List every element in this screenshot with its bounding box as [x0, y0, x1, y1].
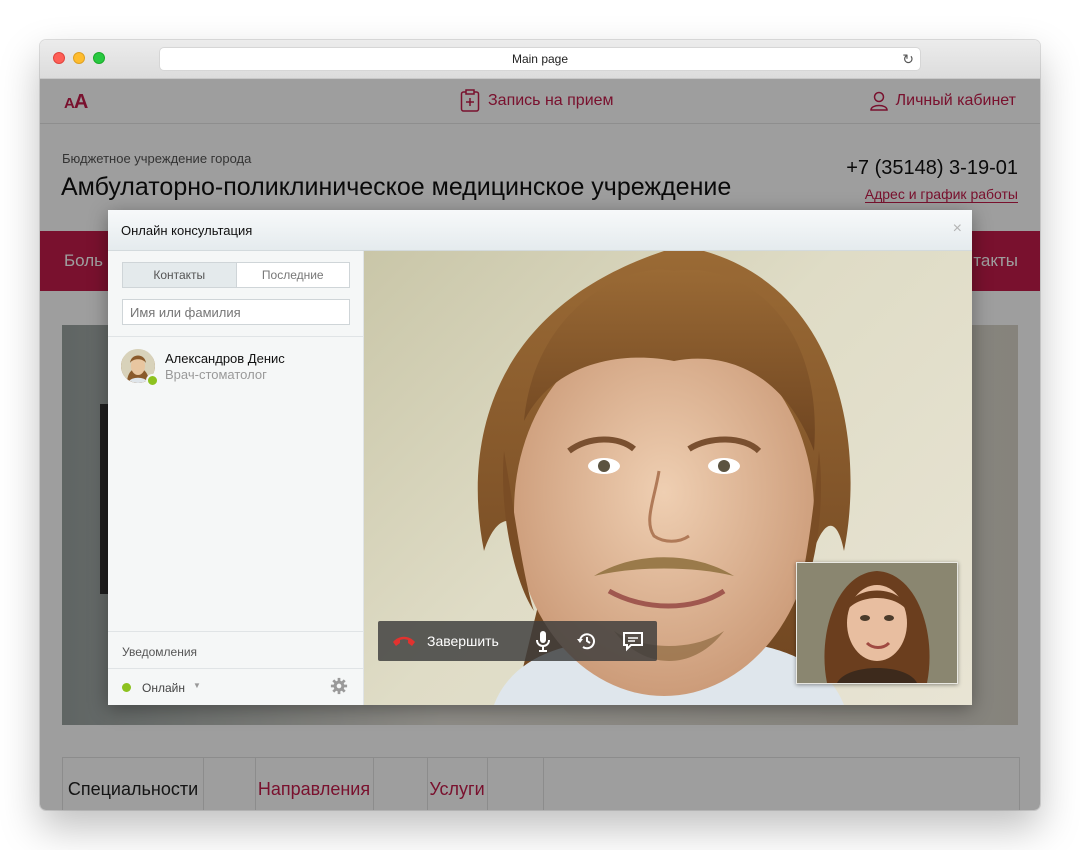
close-icon[interactable]: ×: [953, 220, 962, 238]
notifications-row[interactable]: Уведомления: [108, 631, 363, 669]
dialog-header: Онлайн консультация ×: [108, 210, 972, 251]
status-selector[interactable]: Онлайн: [142, 681, 185, 695]
web-page: AA Запись на прием Личный кабинет Бюджет…: [40, 79, 1040, 810]
self-participant-video: [797, 563, 957, 683]
chat-icon[interactable]: [622, 630, 644, 652]
browser-window: Main page ↻ AA Запись на прием Личный ка…: [40, 40, 1040, 810]
notifications-label: Уведомления: [122, 645, 198, 659]
minimize-window-button[interactable]: [73, 52, 85, 64]
tab-recent[interactable]: Последние: [236, 263, 349, 287]
tab-contacts[interactable]: Контакты: [123, 263, 237, 287]
close-window-button[interactable]: [53, 52, 65, 64]
end-call-button[interactable]: Завершить: [427, 633, 499, 649]
status-bar: Онлайн ▼: [108, 668, 363, 706]
contact-role: Врач-стоматолог: [165, 367, 267, 382]
contact-name: Александров Денис: [165, 351, 285, 366]
history-icon[interactable]: [576, 630, 598, 652]
contact-search-input[interactable]: [122, 299, 350, 325]
hang-up-icon[interactable]: [391, 632, 417, 650]
gear-icon[interactable]: [330, 677, 348, 695]
call-controls: Завершить: [378, 621, 657, 661]
page-title: Main page: [511, 52, 569, 66]
microphone-icon[interactable]: [532, 630, 554, 652]
address-bar[interactable]: Main page ↻: [160, 48, 920, 70]
online-status-dot: [146, 374, 159, 387]
zoom-window-button[interactable]: [93, 52, 105, 64]
reload-icon[interactable]: ↻: [902, 48, 914, 70]
contacts-sidebar: Контакты Последние Имя или фамилия Алекс…: [108, 251, 364, 705]
remote-video-feed: Завершить: [364, 251, 972, 705]
divider: [108, 336, 363, 337]
contact-list-item[interactable]: Александров Денис Врач-стоматолог: [121, 349, 351, 387]
title-bar: Main page ↻: [40, 40, 1040, 79]
dialog-title: Онлайн консультация: [121, 223, 253, 238]
self-video-preview[interactable]: [796, 562, 958, 684]
online-indicator-icon: [122, 683, 131, 692]
chevron-down-icon[interactable]: ▼: [193, 681, 201, 690]
online-consultation-dialog: Онлайн консультация × Контакты Последние: [108, 210, 972, 705]
contacts-segmented-control: Контакты Последние: [122, 262, 350, 288]
